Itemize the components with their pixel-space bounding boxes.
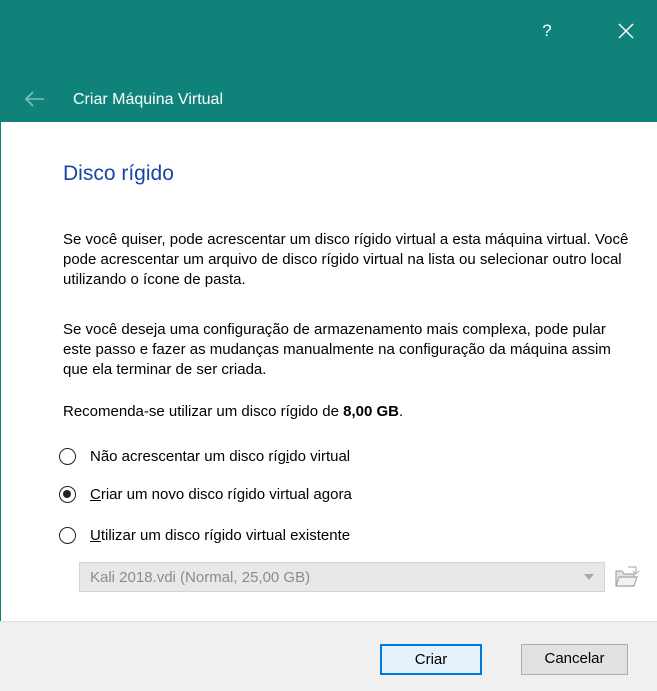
close-icon — [618, 23, 634, 39]
create-button[interactable]: Criar — [380, 644, 482, 675]
page-title: Disco rígido — [63, 162, 174, 185]
help-button[interactable]: ? — [530, 14, 564, 48]
recommendation-prefix: Recomenda-se utilizar um disco rígido de — [63, 403, 344, 420]
radio-button[interactable] — [59, 526, 76, 544]
label-part: riar um novo disco rígido virtual agora — [100, 485, 352, 503]
choose-disk-file-button[interactable] — [614, 565, 640, 589]
radio-no-disk[interactable]: Não acrescentar um disco rígido virtual — [59, 445, 350, 467]
wizard-title: Criar Máquina Virtual — [73, 91, 223, 108]
back-button[interactable] — [24, 91, 46, 107]
radio-no-disk-label[interactable]: Não acrescentar um disco rígido virtual — [90, 448, 350, 465]
radio-button-checked[interactable] — [59, 485, 76, 503]
radio-create-new-disk[interactable]: Criar um novo disco rígido virtual agora — [59, 483, 352, 505]
recommended-size: 8,00 GB — [343, 403, 400, 420]
close-button[interactable] — [606, 14, 646, 48]
back-arrow-icon — [24, 91, 44, 107]
radio-use-existing-disk-label[interactable]: Utilizar um disco rígido virtual existen… — [90, 527, 350, 544]
existing-disk-value: Kali 2018.vdi (Normal, 25,00 GB) — [90, 569, 311, 586]
label-part: Não acrescentar um disco ríg — [90, 447, 286, 465]
mnemonic-letter: U — [90, 526, 101, 544]
radio-button[interactable] — [59, 447, 76, 465]
recommendation-suffix: . — [399, 403, 404, 420]
title-bar: ? Criar Máquina Virtual — [0, 0, 657, 122]
radio-use-existing-disk[interactable]: Utilizar um disco rígido virtual existen… — [59, 524, 350, 546]
advanced-info-text: Se você deseja uma configuração de armaz… — [63, 321, 611, 378]
chevron-down-icon — [584, 574, 594, 580]
recommendation-text: Recomenda-se utilizar um disco rígido de… — [63, 402, 403, 422]
description-text: Se você quiser, pode acrescentar um disc… — [63, 231, 629, 288]
cancel-button[interactable]: Cancelar — [521, 644, 628, 675]
label-part: tilizar um disco rígido virtual existent… — [100, 526, 351, 544]
window-border — [0, 122, 1, 621]
mnemonic-letter: C — [90, 485, 101, 503]
existing-disk-select[interactable]: Kali 2018.vdi (Normal, 25,00 GB) — [79, 562, 605, 592]
folder-open-icon — [615, 566, 640, 587]
radio-create-new-disk-label[interactable]: Criar um novo disco rígido virtual agora — [90, 486, 352, 503]
label-part: do virtual — [289, 447, 351, 465]
